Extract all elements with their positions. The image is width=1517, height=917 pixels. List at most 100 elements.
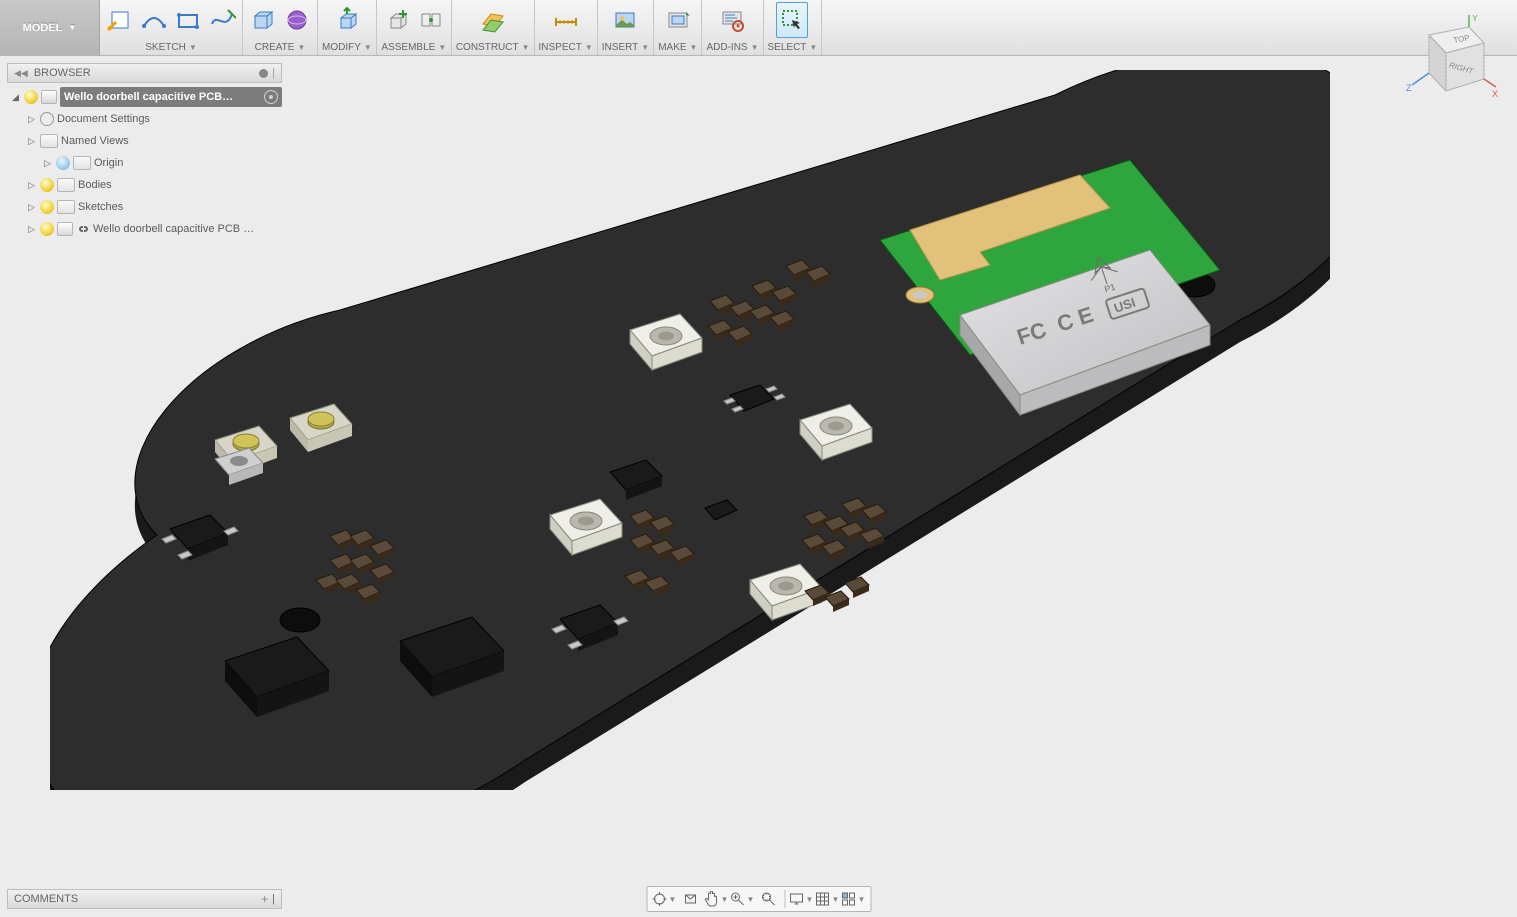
svg-text:P1: P1 xyxy=(1103,282,1117,295)
chevron-down-icon[interactable]: ▼ xyxy=(690,43,698,52)
workspace-switcher[interactable]: MODEL ▼ xyxy=(0,0,100,55)
chevron-down-icon[interactable]: ▼ xyxy=(364,43,372,52)
revolve-button[interactable] xyxy=(281,2,313,38)
navigation-bar: ▼ ▼ ▼ ▼ ▼ ▼ xyxy=(646,886,871,912)
tree-label: Named Views xyxy=(61,135,129,147)
tree-label: Wello doorbell capacitive PCB … xyxy=(93,223,254,235)
tree-row-linked-component[interactable]: ▷ Wello doorbell capacitive PCB … xyxy=(10,218,282,240)
tree-row-bodies[interactable]: ▷ Bodies xyxy=(10,174,282,196)
viewports-button[interactable]: ▼ xyxy=(840,888,866,910)
folder-icon xyxy=(40,134,58,148)
visibility-bulb-off-icon[interactable] xyxy=(56,156,70,170)
visibility-bulb-icon[interactable] xyxy=(40,222,54,236)
ribbon-toolbar: MODEL ▼ SKETCH▼ CREATE▼ MODIFY▼ ASSEM xyxy=(0,0,1517,56)
browser-collapse-icon[interactable]: | xyxy=(272,67,275,79)
chevron-down-icon[interactable]: ▼ xyxy=(751,43,759,52)
extrude-button[interactable] xyxy=(247,2,279,38)
group-label: SKETCH xyxy=(145,42,186,53)
expand-icon[interactable]: ◢ xyxy=(10,92,21,103)
expand-icon[interactable]: ▷ xyxy=(26,136,37,147)
tree-label: Sketches xyxy=(78,201,123,213)
group-label: INSERT xyxy=(602,42,639,53)
zoom-button[interactable]: ▼ xyxy=(729,888,755,910)
group-label: ADD-INS xyxy=(706,42,747,53)
rect-button[interactable] xyxy=(172,2,204,38)
sketch-plane-button[interactable] xyxy=(104,2,136,38)
press-pull-button[interactable] xyxy=(331,2,363,38)
tree-row-sketches[interactable]: ▷ Sketches xyxy=(10,196,282,218)
folder-icon xyxy=(57,200,75,214)
tree-root-label: Wello doorbell capacitive PCB… xyxy=(64,91,233,103)
chevron-left-icon[interactable]: ◀◀ xyxy=(14,68,28,79)
chevron-down-icon: ▼ xyxy=(68,23,76,32)
line-button[interactable] xyxy=(138,2,170,38)
visibility-bulb-icon[interactable] xyxy=(40,200,54,214)
tree-row-origin[interactable]: ▷ Origin xyxy=(10,152,282,174)
tree-root-row[interactable]: ◢ Wello doorbell capacitive PCB… xyxy=(10,86,282,108)
tree-label: Document Settings xyxy=(57,113,150,125)
add-comment-icon[interactable]: + xyxy=(261,892,268,906)
group-label: MAKE xyxy=(658,42,686,53)
comments-collapse-icon[interactable]: | xyxy=(272,893,275,905)
expand-icon[interactable]: ▷ xyxy=(26,224,37,235)
ribbon-group-inspect: INSPECT▼ xyxy=(535,0,598,55)
browser-options-icon[interactable] xyxy=(259,69,268,78)
new-component-button[interactable] xyxy=(381,2,413,38)
tree-row-docsettings[interactable]: ▷ Document Settings xyxy=(10,108,282,130)
ribbon-group-assemble: ASSEMBLE▼ xyxy=(377,0,452,55)
fit-button[interactable] xyxy=(755,888,781,910)
display-settings-button[interactable]: ▼ xyxy=(788,888,814,910)
measure-button[interactable] xyxy=(550,2,582,38)
group-label: MODIFY xyxy=(322,42,361,53)
comments-panel-header[interactable]: COMMENTS + | xyxy=(7,889,282,909)
ribbon-group-addins: ADD-INS ▼ xyxy=(702,0,763,55)
chevron-down-icon[interactable]: ▼ xyxy=(809,43,817,52)
chevron-down-icon[interactable]: ▼ xyxy=(438,43,446,52)
component-thumb-icon xyxy=(57,222,73,236)
look-at-button[interactable] xyxy=(677,888,703,910)
axis-y-label: Y xyxy=(1472,15,1478,23)
insert-decal-button[interactable] xyxy=(609,2,641,38)
ribbon-group-modify: MODIFY▼ xyxy=(318,0,377,55)
expand-icon[interactable]: ▷ xyxy=(26,114,37,125)
component-thumb-icon xyxy=(41,90,57,104)
view-cube[interactable]: TOP RIGHT Z X Y xyxy=(1404,15,1499,110)
expand-icon[interactable]: ▷ xyxy=(26,202,37,213)
browser-panel-header[interactable]: ◀◀ BROWSER | xyxy=(7,63,282,83)
tree-label: Origin xyxy=(94,157,123,169)
grid-settings-button[interactable]: ▼ xyxy=(814,888,840,910)
svg-text:FC: FC xyxy=(1014,317,1050,350)
gear-icon xyxy=(40,112,54,126)
expand-icon[interactable]: ▷ xyxy=(26,180,37,191)
orbit-button[interactable]: ▼ xyxy=(651,888,677,910)
chevron-down-icon[interactable]: ▼ xyxy=(297,43,305,52)
visibility-bulb-icon[interactable] xyxy=(40,178,54,192)
chevron-down-icon[interactable]: ▼ xyxy=(522,43,530,52)
chevron-down-icon[interactable]: ▼ xyxy=(189,43,197,52)
group-label: INSPECT xyxy=(539,42,582,53)
construct-plane-button[interactable] xyxy=(477,2,509,38)
group-label: ASSEMBLE xyxy=(381,42,435,53)
group-label: CREATE xyxy=(255,42,295,53)
tree-label: Bodies xyxy=(78,179,112,191)
visibility-bulb-icon[interactable] xyxy=(24,90,38,104)
svg-text:C E: C E xyxy=(1054,302,1097,337)
separator xyxy=(784,890,785,908)
joint-button[interactable] xyxy=(415,2,447,38)
spline-button[interactable] xyxy=(206,2,238,38)
make-3dprint-button[interactable] xyxy=(662,2,694,38)
select-cursor-button[interactable] xyxy=(776,2,808,38)
group-label: SELECT xyxy=(768,42,807,53)
chevron-down-icon[interactable]: ▼ xyxy=(641,43,649,52)
ribbon-group-make: MAKE ▼ xyxy=(654,0,702,55)
activate-radio-icon[interactable] xyxy=(264,90,278,104)
scripts-button[interactable] xyxy=(716,2,748,38)
group-label: CONSTRUCT xyxy=(456,42,519,53)
axis-z-label: Z xyxy=(1406,83,1412,93)
pan-button[interactable]: ▼ xyxy=(703,888,729,910)
expand-icon[interactable]: ▷ xyxy=(42,158,53,169)
folder-icon xyxy=(73,156,91,170)
svg-text:USI: USI xyxy=(1112,295,1137,316)
chevron-down-icon[interactable]: ▼ xyxy=(585,43,593,52)
tree-row-namedviews[interactable]: ▷ Named Views xyxy=(10,130,282,152)
